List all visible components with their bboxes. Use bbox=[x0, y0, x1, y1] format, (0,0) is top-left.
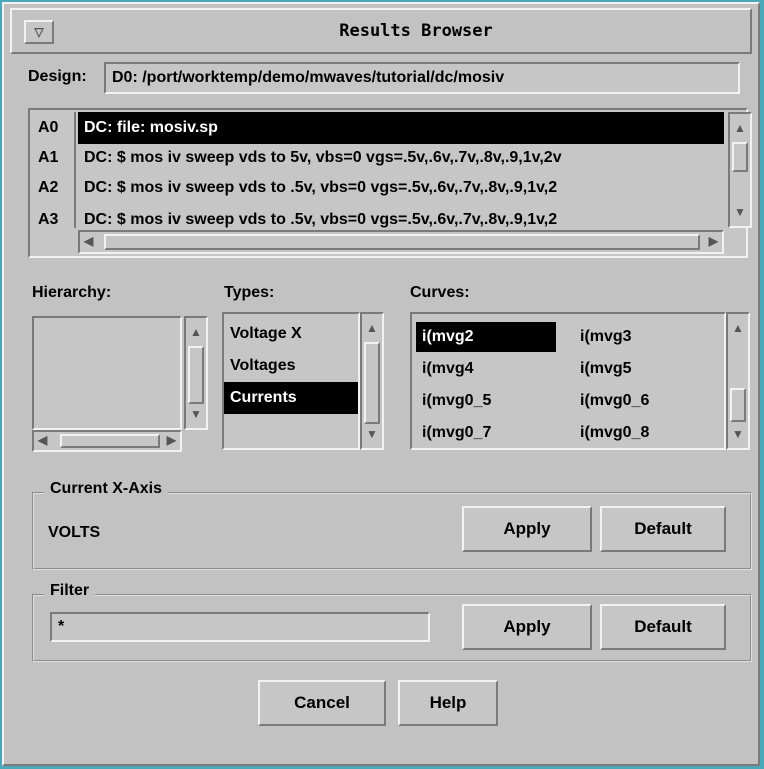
types-list: Voltage X Voltages Currents bbox=[222, 312, 360, 450]
type-item[interactable]: Voltage X bbox=[224, 318, 358, 350]
types-vertical-scrollbar[interactable]: ▲ ▼ bbox=[360, 312, 384, 450]
hierarchy-label: Hierarchy: bbox=[32, 284, 112, 301]
scroll-right-icon[interactable]: ▶ bbox=[709, 234, 718, 248]
curves-label: Curves: bbox=[410, 284, 470, 301]
type-item[interactable]: Currents bbox=[224, 382, 358, 414]
curves-list: i(mvg2 i(mvg3 i(mvg4 i(mvg5 i(mvg0_5 i(m… bbox=[410, 312, 726, 450]
curve-item[interactable]: i(mvg0_5 bbox=[422, 386, 491, 416]
scroll-thumb[interactable] bbox=[188, 346, 204, 404]
results-id-column: A0 A1 A2 A3 bbox=[32, 112, 76, 228]
types-label: Types: bbox=[224, 284, 275, 301]
result-id[interactable]: A0 bbox=[32, 112, 74, 144]
curve-item[interactable]: i(mvg0_7 bbox=[422, 418, 491, 448]
results-horizontal-scrollbar[interactable]: ◀ ▶ bbox=[78, 230, 724, 254]
curve-item[interactable]: i(mvg0_8 bbox=[580, 418, 649, 448]
filter-group-label: Filter bbox=[44, 582, 96, 600]
xaxis-apply-button[interactable]: Apply bbox=[462, 506, 592, 552]
window-menu-icon[interactable]: ▽ bbox=[24, 20, 54, 44]
result-id[interactable]: A3 bbox=[32, 204, 74, 228]
title-bar[interactable]: Results Browser bbox=[10, 8, 752, 54]
hierarchy-horizontal-scrollbar[interactable]: ◀ ▶ bbox=[32, 430, 182, 452]
scroll-down-icon[interactable]: ▼ bbox=[186, 402, 206, 426]
scroll-down-icon[interactable]: ▼ bbox=[728, 422, 748, 446]
scroll-thumb[interactable] bbox=[60, 434, 160, 448]
curve-item[interactable]: i(mvg5 bbox=[580, 354, 632, 384]
scroll-up-icon[interactable]: ▲ bbox=[730, 116, 750, 140]
design-label: Design: bbox=[28, 68, 87, 85]
scroll-thumb[interactable] bbox=[364, 342, 380, 424]
filter-default-button[interactable]: Default bbox=[600, 604, 726, 650]
cancel-button[interactable]: Cancel bbox=[258, 680, 386, 726]
results-vertical-scrollbar[interactable]: ▲ ▼ bbox=[728, 112, 752, 228]
design-field[interactable]: D0: /port/worktemp/demo/mwaves/tutorial/… bbox=[104, 62, 740, 94]
scroll-thumb[interactable] bbox=[732, 142, 748, 172]
help-button[interactable]: Help bbox=[398, 680, 498, 726]
result-item[interactable]: DC: $ mos iv sweep vds to .5v, vbs=0 vgs… bbox=[78, 204, 724, 228]
curve-item[interactable]: i(mvg0_6 bbox=[580, 386, 649, 416]
scroll-down-icon[interactable]: ▼ bbox=[362, 422, 382, 446]
hierarchy-list[interactable] bbox=[32, 316, 182, 430]
filter-apply-button[interactable]: Apply bbox=[462, 604, 592, 650]
xaxis-group-label: Current X-Axis bbox=[44, 480, 169, 498]
result-id[interactable]: A2 bbox=[32, 172, 74, 204]
curve-item[interactable]: i(mvg4 bbox=[422, 354, 474, 384]
scroll-left-icon[interactable]: ◀ bbox=[84, 234, 93, 248]
xaxis-value: VOLTS bbox=[48, 524, 101, 541]
xaxis-default-button[interactable]: Default bbox=[600, 506, 726, 552]
results-text-column: DC: file: mosiv.sp DC: $ mos iv sweep vd… bbox=[78, 112, 724, 228]
scroll-down-icon[interactable]: ▼ bbox=[730, 200, 750, 224]
result-item[interactable]: DC: $ mos iv sweep vds to .5v, vbs=0 vgs… bbox=[78, 172, 724, 204]
scroll-right-icon[interactable]: ▶ bbox=[167, 433, 176, 447]
result-item[interactable]: DC: file: mosiv.sp bbox=[78, 112, 724, 144]
scroll-thumb[interactable] bbox=[104, 234, 700, 250]
scroll-left-icon[interactable]: ◀ bbox=[38, 433, 47, 447]
filter-input[interactable]: * bbox=[50, 612, 430, 642]
type-item[interactable]: Voltages bbox=[224, 350, 358, 382]
result-item[interactable]: DC: $ mos iv sweep vds to 5v, vbs=0 vgs=… bbox=[78, 142, 724, 174]
result-id[interactable]: A1 bbox=[32, 142, 74, 174]
curve-item[interactable]: i(mvg2 bbox=[416, 322, 556, 352]
hierarchy-vertical-scrollbar[interactable]: ▲ ▼ bbox=[184, 316, 208, 430]
curves-vertical-scrollbar[interactable]: ▲ ▼ bbox=[726, 312, 750, 450]
window-title: Results Browser bbox=[339, 21, 493, 41]
scroll-up-icon[interactable]: ▲ bbox=[362, 316, 382, 340]
scroll-up-icon[interactable]: ▲ bbox=[728, 316, 748, 340]
scroll-thumb[interactable] bbox=[730, 388, 746, 422]
curve-item[interactable]: i(mvg3 bbox=[580, 322, 632, 352]
scroll-up-icon[interactable]: ▲ bbox=[186, 320, 206, 344]
